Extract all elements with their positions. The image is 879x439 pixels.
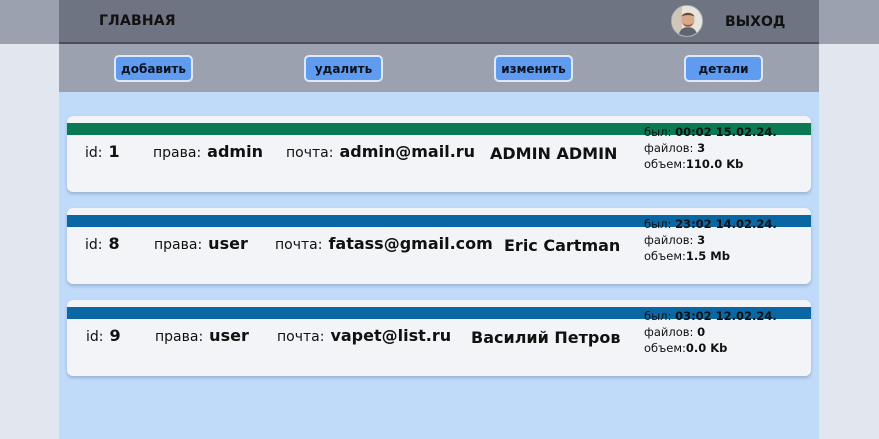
avatar-photo-icon (672, 6, 702, 36)
last-seen-value: 23:02 14.02.24. (675, 217, 777, 231)
seen-label: был: (644, 125, 672, 139)
id-field: id: 9 (86, 326, 121, 352)
files-label: файлов: (644, 233, 694, 247)
user-stats: был: 00:02 15.02.24. файлов: 3 объем:110… (644, 124, 777, 172)
id-label: id: (86, 329, 104, 345)
top-header: ГЛАВНАЯ ВЫХОД (59, 0, 819, 44)
email-value: vapet@list.ru (330, 326, 452, 345)
role-field: права: user (154, 234, 248, 260)
email-value: fatass@gmail.com (328, 234, 493, 253)
volume-value: 110.0 Kb (685, 157, 744, 171)
role-label: права: (155, 329, 204, 345)
user-card[interactable]: id: 1 права: admin почта: admin@mail.ru … (67, 116, 811, 192)
files-value: 0 (697, 325, 706, 339)
role-label: права: (153, 145, 202, 161)
user-stats: был: 23:02 14.02.24. файлов: 3 объем:1.5… (644, 216, 777, 264)
volume-label: объем: (644, 341, 686, 355)
id-value: 8 (108, 234, 120, 253)
email-field: почта: vapet@list.ru (277, 326, 451, 352)
role-field: права: admin (153, 142, 263, 168)
last-seen-value: 03:02 12.02.24. (675, 309, 777, 323)
email-label: почта: (286, 145, 334, 161)
role-field: права: user (155, 326, 249, 352)
id-value: 9 (109, 326, 121, 345)
files-label: файлов: (644, 141, 694, 155)
role-value: user (208, 234, 248, 253)
user-avatar[interactable] (671, 5, 703, 37)
id-label: id: (85, 237, 103, 253)
volume-label: объем: (644, 249, 686, 263)
role-label: права: (154, 237, 203, 253)
last-seen-value: 00:02 15.02.24. (675, 125, 777, 139)
email-label: почта: (275, 237, 323, 253)
user-name: Eric Cartman (504, 236, 621, 255)
seen-label: был: (644, 217, 672, 231)
seen-label: был: (644, 309, 672, 323)
role-value: admin (207, 142, 263, 161)
volume-label: объем: (644, 157, 686, 171)
files-label: файлов: (644, 325, 694, 339)
email-field: почта: admin@mail.ru (286, 142, 475, 168)
app-container: ГЛАВНАЯ ВЫХОД добавить удалить изменить … (59, 0, 819, 439)
add-button[interactable]: добавить (114, 55, 193, 82)
logout-link[interactable]: ВЫХОД (725, 14, 785, 30)
email-label: почта: (277, 329, 325, 345)
home-link[interactable]: ГЛАВНАЯ (99, 13, 176, 29)
details-button[interactable]: детали (684, 55, 763, 82)
volume-value: 1.5 Mb (685, 249, 730, 263)
email-value: admin@mail.ru (339, 142, 476, 161)
user-stats: был: 03:02 12.02.24. файлов: 0 объем:0.0… (644, 308, 777, 356)
id-label: id: (85, 145, 103, 161)
files-value: 3 (697, 141, 706, 155)
id-value: 1 (108, 142, 120, 161)
email-field: почта: fatass@gmail.com (275, 234, 493, 260)
id-field: id: 8 (85, 234, 120, 260)
user-card[interactable]: id: 9 права: user почта: vapet@list.ru В… (67, 300, 811, 376)
volume-value: 0.0 Kb (685, 341, 728, 355)
edit-button[interactable]: изменить (494, 55, 573, 82)
user-name: ADMIN ADMIN (490, 144, 618, 163)
role-value: user (209, 326, 249, 345)
user-name: Василий Петров (471, 328, 621, 347)
action-toolbar: добавить удалить изменить детали (59, 44, 819, 92)
files-value: 3 (697, 233, 706, 247)
id-field: id: 1 (85, 142, 120, 168)
user-card[interactable]: id: 8 права: user почта: fatass@gmail.co… (67, 208, 811, 284)
delete-button[interactable]: удалить (304, 55, 383, 82)
